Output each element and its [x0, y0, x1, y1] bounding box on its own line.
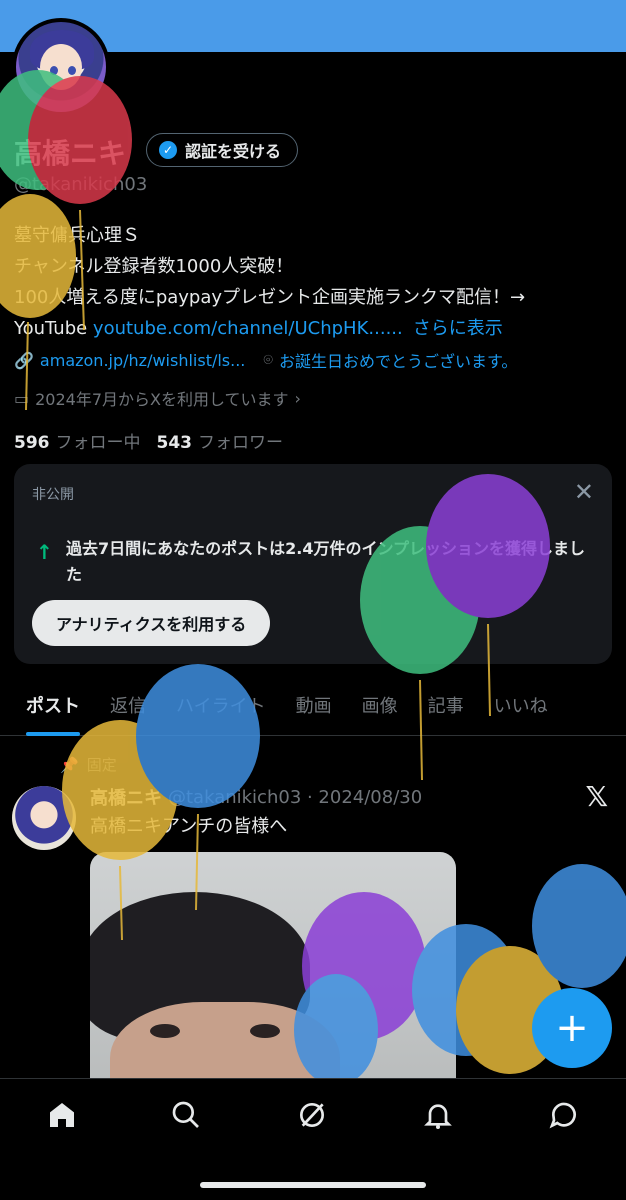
tab-likes[interactable]: いいね — [494, 674, 548, 736]
verified-badge-icon: ✓ — [159, 141, 177, 159]
bell-icon[interactable] — [418, 1095, 458, 1135]
post-header: 高橋ニキ @takanikich03 · 2024/08/30 — [90, 784, 422, 810]
following-link[interactable]: 596 フォロー中 — [14, 428, 141, 453]
joined-date[interactable]: ▭ 2024年7月からXを利用しています › — [14, 386, 301, 410]
post-meta: @takanikich03 · 2024/08/30 — [168, 786, 423, 808]
pinned-indicator: 📌 固定 — [60, 755, 117, 775]
tab-highlights[interactable]: ハイライト — [176, 674, 266, 736]
post-avatar[interactable] — [12, 786, 76, 850]
profile-handle: @takanikich03 — [14, 174, 148, 195]
follow-stats: 596 フォロー中 543 フォロワー — [14, 428, 283, 453]
profile-meta: 🔗 amazon.jp/hz/wishlist/ls... ⌾ お誕生日おめでと… — [14, 348, 517, 372]
post-photo[interactable] — [90, 852, 456, 1092]
profile-name: 高橋ニキ — [14, 137, 127, 170]
pin-icon: 📌 — [60, 755, 79, 774]
link-icon: 🔗 — [14, 350, 34, 370]
bio-line: 墓守傭兵心理Ｓ — [14, 225, 140, 246]
bio-line: 100人増える度にpaypayプレゼント企画実施ランクマ配信！→ — [14, 287, 526, 308]
location-item: ⌾ お誕生日おめでとうございます。 — [263, 350, 518, 371]
followers-link[interactable]: 543 フォロワー — [157, 428, 284, 453]
compose-plus-button[interactable]: + — [532, 988, 612, 1068]
website-link[interactable]: 🔗 amazon.jp/hz/wishlist/ls... — [14, 351, 245, 370]
grok-icon[interactable] — [292, 1095, 332, 1135]
x-logo-icon: 𝕏 — [585, 780, 608, 813]
profile-avatar[interactable] — [12, 18, 110, 116]
insight-message: 過去7日間にあなたのポストは2.4万件のインプレッションを獲得しました — [66, 539, 585, 584]
tab-replies[interactable]: 返信 — [110, 674, 146, 736]
tab-images[interactable]: 画像 — [362, 674, 398, 736]
close-icon[interactable]: ✕ — [574, 478, 594, 506]
arrow-up-icon: ↑ — [36, 540, 53, 564]
post-text: 高橋ニキアンチの皆様へ — [90, 816, 288, 837]
home-icon[interactable] — [42, 1095, 82, 1135]
chevron-right-icon: › — [294, 388, 301, 408]
bio-youtube-link[interactable]: youtube.com/channel/UChpHK...... — [93, 318, 403, 339]
bio-line: チャンネル登録者数1000人突破！ — [14, 256, 294, 277]
calendar-icon: ▭ — [14, 388, 30, 408]
search-icon[interactable] — [166, 1095, 206, 1135]
analytics-button[interactable]: アナリティクスを利用する — [32, 600, 271, 646]
tab-articles[interactable]: 記事 — [428, 674, 464, 736]
post-author-name[interactable]: 高橋ニキ — [90, 784, 162, 810]
private-label: 非公開 — [32, 487, 74, 503]
message-icon[interactable] — [544, 1095, 584, 1135]
verify-button-label: 認証を受ける — [185, 142, 282, 161]
bio-youtube-prefix: YouTube — [14, 318, 93, 339]
show-more-link[interactable]: さらに表示 — [413, 318, 503, 339]
profile-tabs: ポスト 返信 ハイライト 動画 画像 記事 いいね — [0, 674, 626, 736]
plus-icon: + — [555, 1005, 589, 1051]
insight-card: 非公開 ✕ ↑ 過去7日間にあなたのポストは2.4万件のインプレッションを獲得し… — [14, 464, 612, 664]
location-icon: ⌾ — [263, 350, 273, 369]
tab-posts[interactable]: ポスト — [26, 674, 80, 736]
profile-bio: 墓守傭兵心理Ｓ チャンネル登録者数1000人突破！ 100人増える度にpaypa… — [14, 220, 614, 344]
home-indicator — [200, 1182, 426, 1188]
balloon — [532, 864, 626, 988]
verify-button[interactable]: ✓ 認証を受ける — [146, 133, 299, 167]
tab-videos[interactable]: 動画 — [296, 674, 332, 736]
